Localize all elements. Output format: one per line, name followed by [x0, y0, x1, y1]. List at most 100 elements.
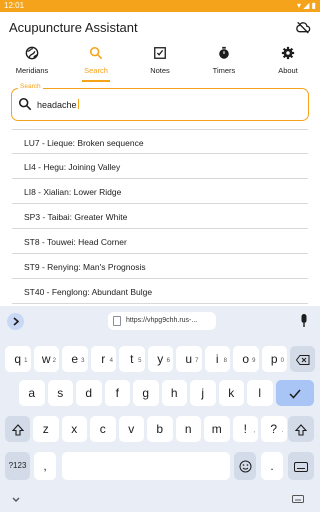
key-label: a: [28, 386, 36, 400]
key-hint: 0: [280, 358, 284, 364]
list-item[interactable]: ST40 - Fenglong: Abundant Bulge: [12, 279, 308, 304]
key-label: !: [243, 422, 247, 436]
list-item[interactable]: LI4 - Hegu: Joining Valley: [12, 154, 308, 179]
tab-bar: Meridians Search Notes Timers About: [0, 42, 320, 82]
key-label: u: [185, 352, 193, 366]
key-d[interactable]: d: [76, 380, 102, 406]
tab-label: Meridians: [15, 66, 49, 75]
key-hint: 5: [138, 358, 142, 364]
keyboard-switch-icon: [294, 461, 308, 472]
list-item[interactable]: LU7 - Lieque: Broken sequence: [12, 129, 308, 154]
key-question[interactable]: ?.: [261, 416, 287, 442]
key-label: f: [115, 386, 119, 400]
app-bar: Acupuncture Assistant: [0, 12, 320, 42]
key-label: s: [57, 386, 64, 400]
key-label: e: [71, 352, 79, 366]
key-o[interactable]: o9: [233, 346, 259, 372]
search-value[interactable]: headache: [37, 99, 79, 110]
key-label: h: [170, 386, 178, 400]
key-label: z: [42, 422, 49, 436]
search-input[interactable]: Search headache: [11, 83, 309, 121]
key-x[interactable]: x: [61, 416, 87, 442]
key-hint: 4: [109, 358, 113, 364]
key-f[interactable]: f: [104, 380, 130, 406]
key-y[interactable]: y6: [147, 346, 173, 372]
key-label: i: [215, 352, 219, 366]
tab-timers[interactable]: Timers: [194, 42, 254, 82]
emoji-key[interactable]: [234, 452, 256, 480]
key-r[interactable]: r4: [90, 346, 116, 372]
microphone-icon[interactable]: [300, 314, 308, 328]
key-k[interactable]: k: [218, 380, 244, 406]
key-s[interactable]: s: [47, 380, 73, 406]
tab-label: Notes: [150, 66, 170, 75]
tab-search[interactable]: Search: [66, 42, 126, 82]
period-key[interactable]: .: [261, 452, 283, 480]
key-a[interactable]: a: [19, 380, 45, 406]
app-title: Acupuncture Assistant: [9, 20, 138, 35]
shift-icon: [11, 424, 24, 436]
expand-toolbar-button[interactable]: [7, 313, 24, 330]
key-t[interactable]: t5: [119, 346, 145, 372]
clipboard-suggestion[interactable]: https://vhpg9chh.rus-...: [108, 312, 216, 330]
list-item[interactable]: SP3 - Taibai: Greater White: [12, 204, 308, 229]
tab-label: Timers: [212, 66, 236, 75]
key-e[interactable]: e3: [62, 346, 88, 372]
key-q[interactable]: q1: [5, 346, 31, 372]
key-g[interactable]: g: [133, 380, 159, 406]
shift-key[interactable]: [5, 416, 30, 442]
key-label: t: [130, 352, 134, 366]
key-label: w: [41, 352, 51, 366]
shift-icon: [294, 424, 308, 436]
search-icon: [89, 46, 103, 60]
status-bar: 12:01 ▾ ◢ ▮: [0, 0, 320, 12]
clipboard-text: https://vhpg9chh.rus-...: [126, 317, 198, 324]
shift-key-right[interactable]: [288, 416, 314, 442]
suggestion-strip: https://vhpg9chh.rus-...: [0, 306, 320, 336]
key-exclamation[interactable]: !,: [232, 416, 258, 442]
key-l[interactable]: l: [247, 380, 273, 406]
cloud-sync-icon[interactable]: [295, 20, 311, 34]
symbols-key[interactable]: ?123: [5, 452, 30, 480]
chevron-down-icon[interactable]: [10, 494, 22, 506]
key-u[interactable]: u7: [176, 346, 202, 372]
list-item[interactable]: LI8 - Xialian: Lower Ridge: [12, 179, 308, 204]
key-hint: 1: [24, 358, 28, 364]
tab-notes[interactable]: Notes: [130, 42, 190, 82]
tab-meridians[interactable]: Meridians: [2, 42, 62, 82]
key-label: ,: [43, 459, 47, 473]
ime-switch-key[interactable]: [288, 452, 314, 480]
key-p[interactable]: p0: [261, 346, 287, 372]
key-label: q: [14, 352, 22, 366]
key-m[interactable]: m: [204, 416, 230, 442]
key-label: g: [142, 386, 150, 400]
key-j[interactable]: j: [190, 380, 216, 406]
key-label: .: [270, 459, 274, 473]
key-hint: ,: [253, 428, 255, 434]
key-w[interactable]: w2: [33, 346, 59, 372]
enter-key[interactable]: [276, 380, 314, 406]
key-v[interactable]: v: [118, 416, 144, 442]
key-label: m: [211, 422, 222, 436]
key-c[interactable]: c: [90, 416, 116, 442]
key-z[interactable]: z: [33, 416, 59, 442]
list-item[interactable]: ST8 - Touwei: Head Corner: [12, 229, 308, 254]
tab-about[interactable]: About: [258, 42, 318, 82]
list-item[interactable]: ST9 - Renying: Man's Prognosis: [12, 254, 308, 279]
comma-key[interactable]: ,: [34, 452, 56, 480]
key-hint: .: [281, 428, 284, 434]
status-time: 12:01: [4, 1, 25, 10]
keyboard-switch-icon[interactable]: [292, 495, 304, 505]
space-key[interactable]: [62, 452, 230, 480]
key-b[interactable]: b: [147, 416, 173, 442]
key-n[interactable]: n: [175, 416, 201, 442]
notes-icon: [154, 47, 166, 59]
navigation-bar: [0, 490, 320, 512]
key-i[interactable]: i8: [204, 346, 230, 372]
clipboard-icon: [113, 316, 121, 326]
key-h[interactable]: h: [161, 380, 187, 406]
key-hint: 7: [195, 358, 199, 364]
tab-label: Search: [84, 66, 108, 75]
backspace-key[interactable]: [290, 346, 315, 372]
key-label: y: [157, 352, 164, 366]
